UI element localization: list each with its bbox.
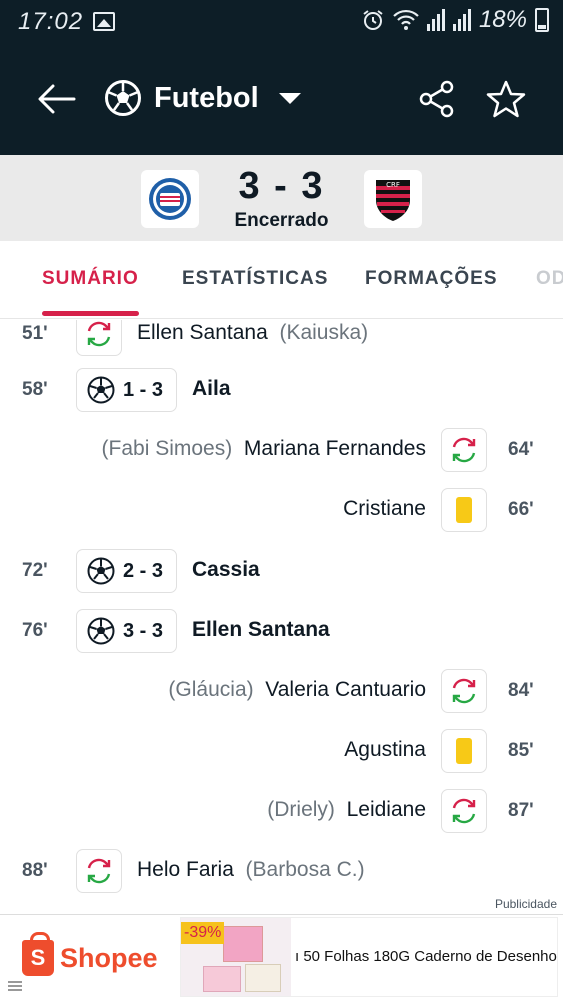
goal-score: 2 - 3	[123, 559, 164, 582]
timeline-event: 88' Helo Faria (Barbosa C.)	[0, 848, 563, 898]
event-player: Helo Faria (Barbosa C.)	[137, 858, 365, 882]
match-tabs: SUMÁRIO ESTATÍSTICAS FORMAÇÕES OD	[0, 241, 563, 319]
substitution-icon	[441, 789, 487, 833]
match-score: 3 - 3	[238, 165, 325, 207]
status-bar: 17:02 18%	[0, 0, 563, 44]
event-player: (Gláucia) Valeria Cantuario	[168, 678, 426, 702]
ad-product-card[interactable]: -39% ı 50 Folhas 180G Caderno de Desenho	[180, 917, 558, 997]
timeline-event: 76' 3 - 3 Ellen Santana	[0, 608, 563, 658]
timeline-event: 51' Ellen Santana (Kaiuska)	[0, 320, 563, 361]
status-icons: 18%	[361, 6, 549, 34]
soccer-ball-icon	[87, 376, 115, 404]
event-player: (Driely) Leidiane	[267, 798, 426, 822]
event-player: Ellen Santana (Kaiuska)	[137, 321, 368, 345]
app-bar: Futebol	[0, 44, 563, 155]
player-in: Leidiane	[346, 798, 426, 821]
goal-badge: 3 - 3	[76, 609, 177, 653]
tab-summary[interactable]: SUMÁRIO	[42, 268, 139, 290]
event-player: Aila	[192, 377, 231, 400]
goal-score: 1 - 3	[123, 378, 164, 401]
event-player: Ellen Santana	[192, 618, 330, 641]
timeline-event: 58' 1 - 3 Aila	[0, 367, 563, 417]
timeline-event: 72' 2 - 3 Cassia	[0, 548, 563, 598]
dropdown-caret-icon	[278, 92, 301, 104]
player-out: (Kaiuska)	[279, 321, 369, 344]
substitution-icon	[441, 669, 487, 713]
substitution-icon	[76, 849, 122, 893]
yellow-card-icon	[441, 729, 487, 773]
alarm-icon	[363, 10, 383, 30]
event-minute: 64'	[508, 439, 534, 460]
shopee-bag-icon: S	[22, 932, 54, 976]
event-minute: 66'	[508, 499, 534, 520]
home-team-crest[interactable]	[141, 170, 199, 228]
event-player: (Fabi Simoes) Mariana Fernandes	[102, 437, 426, 461]
timeline-event: (Gláucia) Valeria Cantuario 84'	[0, 668, 563, 718]
substitution-icon	[441, 428, 487, 472]
tab-odds[interactable]: OD	[536, 268, 563, 290]
battery-icon	[535, 8, 549, 32]
substitution-icon	[76, 320, 122, 356]
event-minute: 58'	[22, 379, 48, 400]
event-minute: 51'	[22, 323, 48, 344]
shopee-logo[interactable]: S Shopee	[0, 915, 176, 1001]
event-minute: 72'	[22, 560, 48, 581]
ad-menu-icon[interactable]	[8, 981, 22, 991]
match-score-header: 3 - 3 Encerrado CRF	[0, 155, 563, 241]
match-status: Encerrado	[234, 210, 329, 231]
player-in: Ellen Santana	[137, 321, 268, 344]
active-tab-indicator	[42, 311, 139, 316]
event-player: Cristiane	[343, 497, 426, 520]
event-minute: 88'	[22, 860, 48, 881]
away-crest-icon: CRF	[376, 180, 410, 221]
sport-selector[interactable]: Futebol	[104, 78, 301, 118]
event-minute: 76'	[22, 620, 48, 641]
timeline-event: (Driely) Leidiane 87'	[0, 788, 563, 838]
event-player: Agustina	[344, 738, 426, 761]
player-out: (Gláucia)	[168, 678, 254, 701]
event-minute: 84'	[508, 680, 534, 701]
player-out: (Fabi Simoes)	[101, 437, 233, 460]
tab-statistics[interactable]: ESTATÍSTICAS	[182, 268, 328, 290]
discount-badge: -39%	[181, 922, 225, 944]
advertising-label: Publicidade	[494, 897, 557, 911]
soccer-ball-icon	[87, 617, 115, 645]
player-in: Valeria Cantuario	[265, 678, 426, 701]
event-minute: 85'	[508, 740, 534, 761]
product-title: ı 50 Folhas 180G Caderno de Desenho	[295, 948, 557, 965]
goal-badge: 2 - 3	[76, 549, 177, 593]
match-timeline: 51' Ellen Santana (Kaiuska) 58' 1 - 3 Ai…	[0, 320, 563, 912]
favorite-star-icon[interactable]	[486, 79, 526, 119]
timeline-event: (Fabi Simoes) Mariana Fernandes 64'	[0, 427, 563, 477]
svg-text:CRF: CRF	[386, 181, 400, 189]
back-arrow-icon[interactable]	[38, 84, 76, 114]
event-minute: 87'	[508, 800, 534, 821]
soccer-ball-icon	[87, 557, 115, 585]
player-in: Helo Faria	[137, 858, 234, 881]
sport-label: Futebol	[154, 81, 259, 114]
tab-lineups[interactable]: FORMAÇÕES	[365, 268, 498, 290]
yellow-card-icon	[441, 488, 487, 532]
product-image: -39%	[181, 918, 291, 996]
gallery-notification-icon	[93, 12, 115, 31]
status-time: 17:02	[18, 8, 84, 35]
player-out: (Driely)	[267, 798, 335, 821]
timeline-event: Agustina 85'	[0, 728, 563, 778]
goal-badge: 1 - 3	[76, 368, 177, 412]
player-out: (Barbosa C.)	[245, 858, 365, 881]
home-crest-icon	[149, 178, 191, 220]
timeline-event: Cristiane 66'	[0, 487, 563, 537]
signal-icon	[426, 9, 445, 31]
share-icon[interactable]	[418, 80, 456, 118]
player-in: Mariana Fernandes	[243, 437, 426, 460]
ad-banner[interactable]: S Shopee -39% ı 50 Folhas 180G Caderno d…	[0, 914, 563, 1001]
away-team-crest[interactable]: CRF	[364, 170, 422, 228]
soccer-ball-icon	[105, 80, 141, 116]
wifi-icon	[393, 9, 419, 30]
signal-icon-2	[452, 9, 471, 31]
goal-score: 3 - 3	[123, 619, 164, 642]
ad-brand: Shopee	[60, 942, 158, 973]
battery-percent: 18%	[478, 6, 527, 33]
event-player: Cassia	[192, 558, 260, 581]
